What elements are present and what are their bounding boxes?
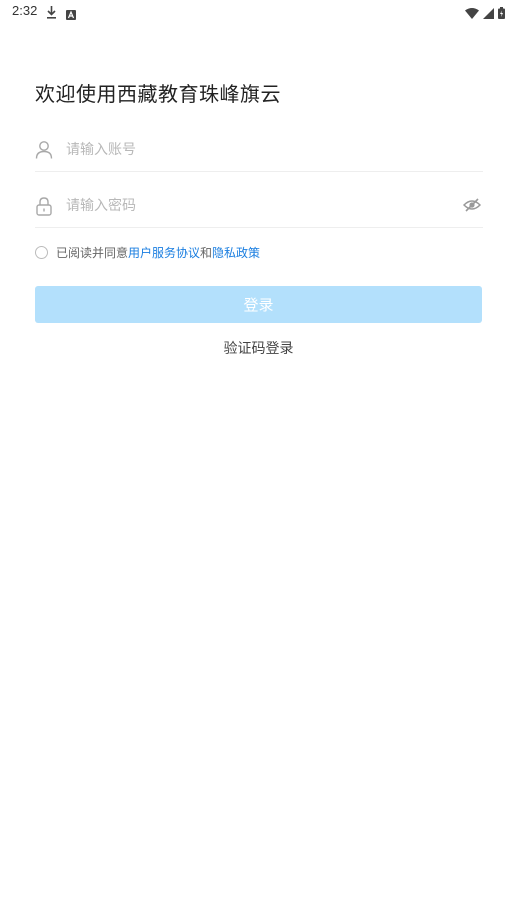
login-button[interactable]: 登录 — [35, 286, 482, 323]
a-badge-icon — [66, 5, 76, 24]
status-time: 2:32 — [12, 3, 38, 18]
agreement-conjunction: 和 — [200, 245, 213, 260]
eye-off-icon[interactable] — [462, 197, 482, 213]
sms-login-link[interactable]: 验证码登录 — [0, 338, 517, 358]
agreement-prefix: 已阅读并同意 — [56, 245, 129, 260]
page-title: 欢迎使用西藏教育珠峰旗云 — [35, 82, 281, 106]
wifi-icon — [465, 4, 479, 23]
status-bar: 2:32 — [0, 0, 517, 22]
agreement-row: 已阅读并同意 用户服务协议 和 隐私政策 — [35, 243, 260, 261]
status-right-icons — [465, 4, 505, 23]
agreement-checkbox[interactable] — [35, 245, 48, 259]
password-field — [35, 187, 483, 228]
user-agreement-link[interactable]: 用户服务协议 — [128, 244, 200, 261]
privacy-policy-link[interactable]: 隐私政策 — [212, 244, 260, 261]
account-input[interactable] — [66, 139, 446, 161]
download-icon — [46, 4, 57, 23]
battery-icon — [498, 4, 505, 23]
password-input[interactable] — [66, 195, 446, 217]
user-icon — [35, 140, 53, 160]
lock-icon — [35, 196, 53, 216]
cell-signal-icon — [483, 4, 494, 23]
account-field — [35, 131, 483, 172]
